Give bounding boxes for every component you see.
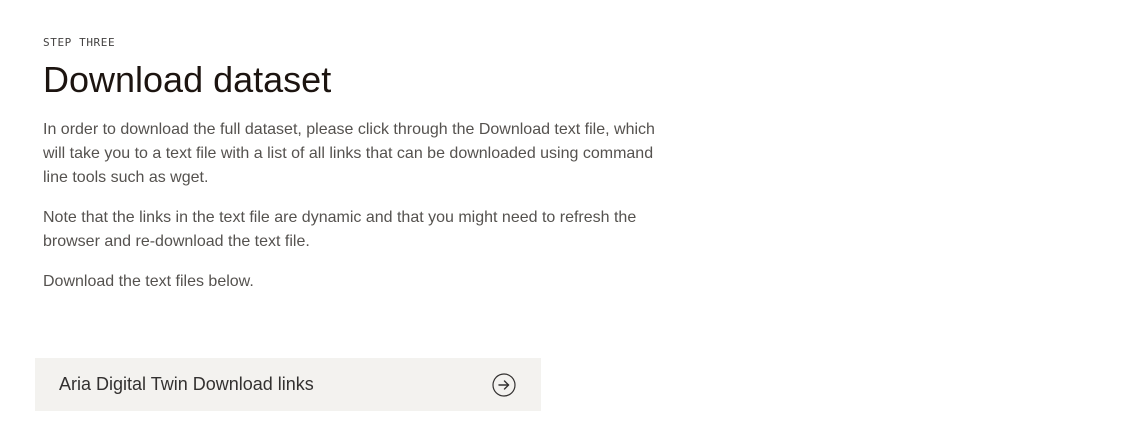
step-label: STEP THREE [43,36,116,49]
download-links-button[interactable]: Aria Digital Twin Download links [35,358,541,411]
download-prompt: Download the text files below. [43,273,254,290]
arrow-right-circle-icon [492,373,516,397]
instructions-paragraph: In order to download the full dataset, p… [43,121,655,186]
download-links-label: Aria Digital Twin Download links [59,374,314,394]
note-paragraph: Note that the links in the text file are… [43,209,637,250]
page-title: Download dataset [43,59,332,100]
